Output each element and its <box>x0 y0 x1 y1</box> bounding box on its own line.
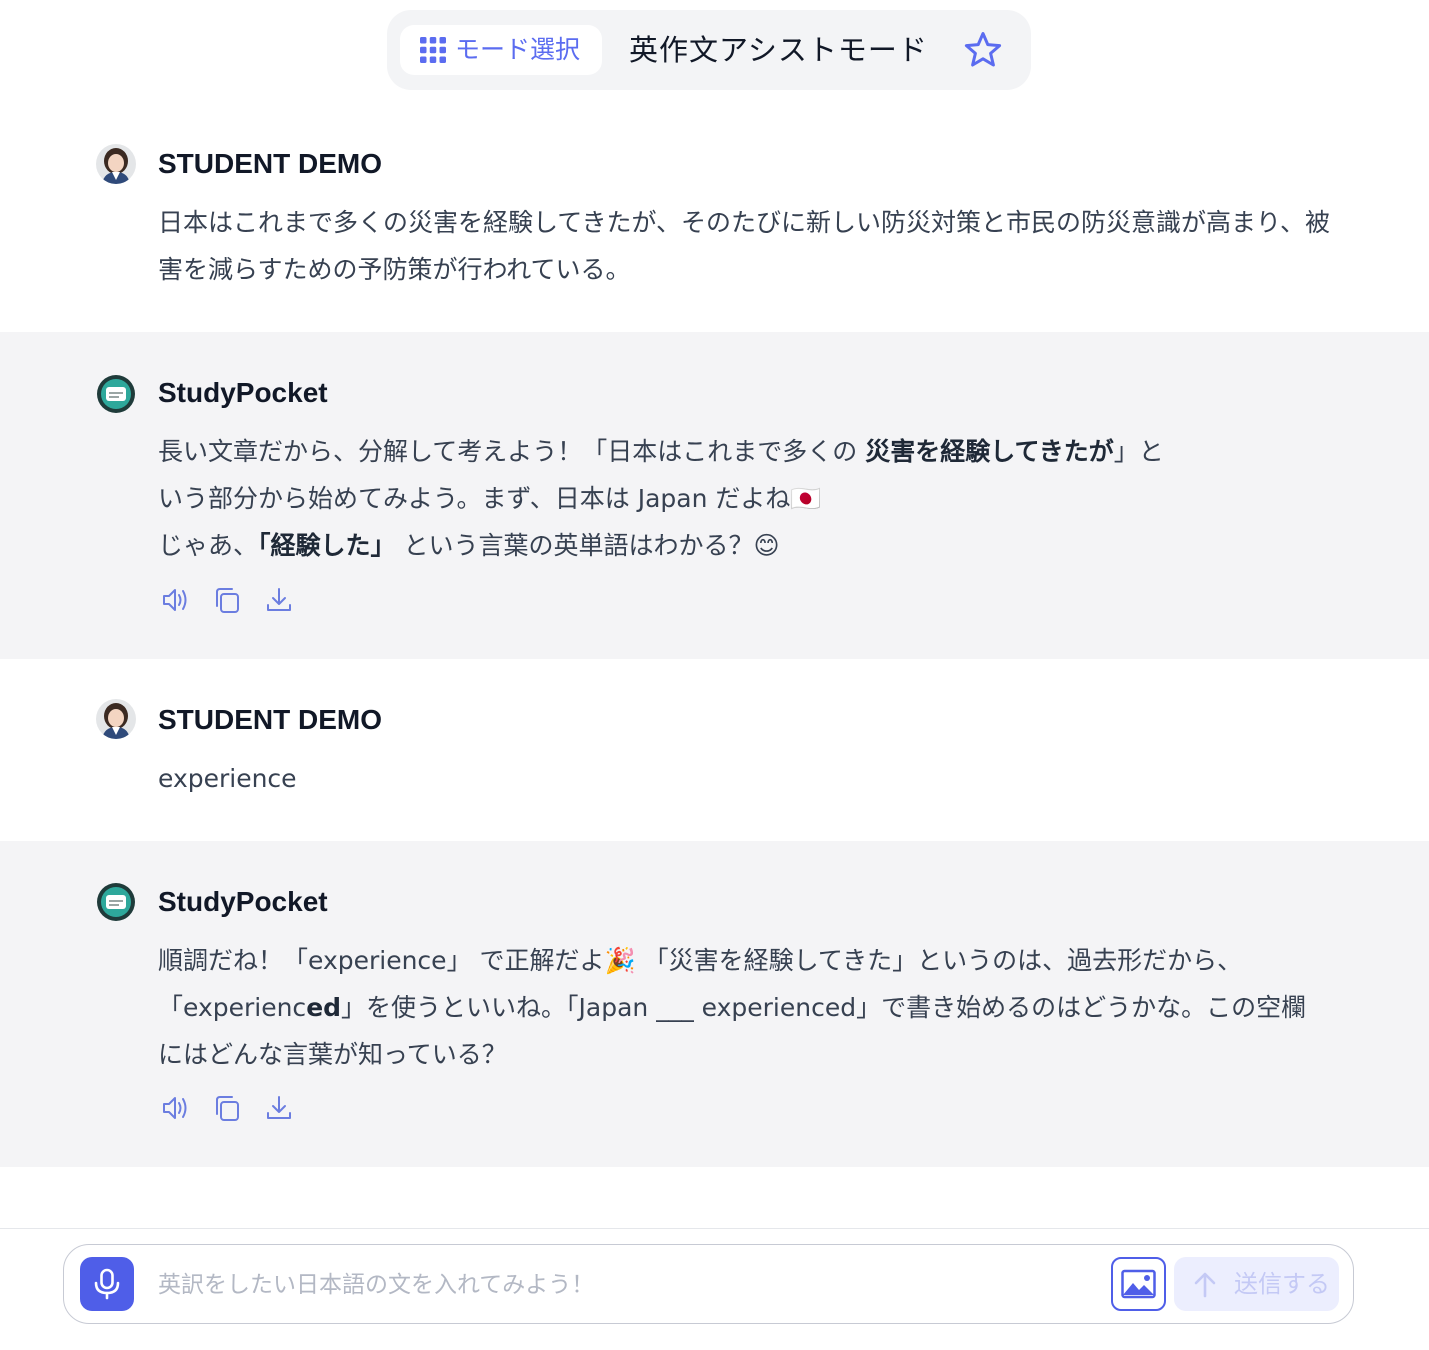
chat-input[interactable] <box>158 1265 1098 1305</box>
message-actions <box>160 1093 294 1123</box>
studypocket-avatar <box>96 374 136 414</box>
student-avatar <box>96 144 136 184</box>
sender-name: STUDENT DEMO <box>158 704 382 735</box>
download-icon[interactable] <box>264 585 294 615</box>
send-label: 送信する <box>1234 1270 1330 1298</box>
sender-name: StudyPocket <box>158 886 328 917</box>
message-text: 順調だね！「experience」 で正解だよ🎉 「災害を経験してきた」というの… <box>158 937 1318 1078</box>
star-icon[interactable] <box>963 30 1003 70</box>
message-text: 日本はこれまで多くの災害を経験してきたが、そのたびに新しい防災対策と市民の防災意… <box>158 208 1331 284</box>
chat-input-bar: 送信する <box>63 1244 1354 1324</box>
text-run-bold: 災害を経験してきたが <box>865 437 1114 466</box>
chat-message-user: STUDENT DEMO 日本はこれまで多くの災害を経験してきたが、そのたびに新… <box>0 110 1429 332</box>
send-button[interactable]: 送信する <box>1174 1257 1339 1311</box>
text-run: 長い文章だから、分解して考えよう！「日本はこれまで多くの <box>158 437 866 466</box>
studypocket-avatar <box>96 882 136 922</box>
chat-message-bot: StudyPocket 順調だね！「experience」 で正解だよ🎉 「災害… <box>0 841 1429 1167</box>
copy-icon[interactable] <box>212 1093 242 1123</box>
chat-message-bot: StudyPocket 長い文章だから、分解して考えよう！「日本はこれまで多くの… <box>0 332 1429 659</box>
speaker-icon[interactable] <box>160 1093 190 1123</box>
mode-title: 英作文アシストモード <box>629 33 928 67</box>
message-text: 長い文章だから、分解して考えよう！「日本はこれまで多くの 災害を経験してきたが」… <box>158 428 1168 569</box>
sender-name: STUDENT DEMO <box>158 148 382 179</box>
chat-page: モード選択 英作文アシストモード STUDENT DEMO 日本はこれまで多くの… <box>0 0 1429 1350</box>
chat-message-user: STUDENT DEMO experience <box>0 659 1429 841</box>
speaker-icon[interactable] <box>160 585 190 615</box>
mode-bar: モード選択 英作文アシストモード <box>387 10 1031 90</box>
student-avatar <box>96 699 136 739</box>
copy-icon[interactable] <box>212 585 242 615</box>
arrow-up-icon <box>1194 1272 1216 1298</box>
image-icon <box>1121 1269 1156 1299</box>
download-icon[interactable] <box>264 1093 294 1123</box>
text-run-bold: ed <box>306 993 342 1022</box>
image-upload-button[interactable] <box>1111 1257 1166 1311</box>
text-run: という言葉の英単語はわかる？😊 <box>395 531 780 560</box>
message-actions <box>160 585 294 615</box>
message-text: experience <box>158 764 297 793</box>
text-run: じゃあ、 <box>158 531 259 560</box>
mode-select-label: モード選択 <box>455 35 581 64</box>
text-run-bold: 「経験した」 <box>258 531 396 560</box>
footer-divider <box>0 1228 1429 1229</box>
mic-button[interactable] <box>80 1257 134 1311</box>
sender-name: StudyPocket <box>158 377 328 408</box>
mode-select-button[interactable]: モード選択 <box>400 25 602 75</box>
grid-icon <box>420 37 446 63</box>
microphone-icon <box>94 1268 120 1300</box>
